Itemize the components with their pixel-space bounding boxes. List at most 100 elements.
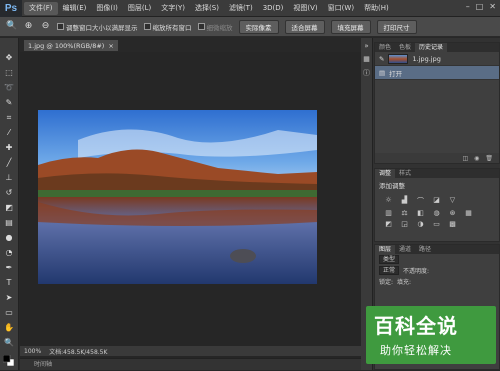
timeline-bar[interactable]: 时间轴 xyxy=(20,358,361,370)
selective-color-icon[interactable]: ▩ xyxy=(447,220,458,228)
menu-type[interactable]: 文字(Y) xyxy=(156,2,190,15)
zoom-out-icon[interactable]: ⊖ xyxy=(40,21,51,32)
gradient-icon[interactable]: ▤ xyxy=(3,217,16,229)
zoom-level[interactable]: 100% xyxy=(24,348,41,355)
checkbox-box[interactable] xyxy=(57,23,64,30)
menu-window[interactable]: 窗口(W) xyxy=(323,2,359,15)
threshold-icon[interactable]: ◑ xyxy=(415,220,426,228)
document-area: 1.jpg @ 100%(RGB/8#) × 100% 文档:458.5K/45… xyxy=(20,38,361,370)
info-panel-icon[interactable]: ⓘ xyxy=(363,68,370,78)
history-footer: ◫ ◉ 🗑 xyxy=(375,153,499,163)
print-size-button[interactable]: 打印尺寸 xyxy=(376,19,417,34)
checkbox-box[interactable] xyxy=(143,23,151,30)
zoom-in-icon[interactable]: ⊕ xyxy=(23,21,34,32)
tab-adjustments[interactable]: 调整 xyxy=(375,169,396,178)
stamp-icon[interactable]: ⊥ xyxy=(3,172,16,184)
main-menu: 文件(F) 编辑(E) 图像(I) 图层(L) 文字(Y) 选择(S) 滤镜(T… xyxy=(24,1,394,15)
move-icon[interactable]: ✥ xyxy=(3,52,16,64)
bw-icon[interactable]: ◧ xyxy=(415,209,426,217)
eyedropper-icon[interactable]: ⁄ xyxy=(3,127,16,139)
collapse-icon[interactable]: » xyxy=(364,42,368,50)
watermark-title: 百科全说 xyxy=(374,314,458,338)
crop-icon[interactable]: ⌗ xyxy=(3,112,16,124)
history-panel: 颜色 色板 历史记录 ✎ 1.jpg.jpg ▤ 打开 ◫ ◉ 🗑 xyxy=(374,42,500,164)
zoom-icon[interactable]: 🔍 xyxy=(3,337,16,349)
tab-layers[interactable]: 图层 xyxy=(375,245,396,254)
close-tab-icon[interactable]: × xyxy=(108,42,113,50)
doc-info[interactable]: 文档:458.5K/458.5K xyxy=(49,347,107,356)
maximize-icon[interactable]: □ xyxy=(476,2,484,11)
path-select-icon[interactable]: ➤ xyxy=(3,292,16,304)
dodge-icon[interactable]: ◔ xyxy=(3,247,16,259)
options-bar: 🔍 ⊕ ⊖ 调整窗口大小以满屏显示 缩放所有窗口 细微缩放 实际像素 适合屏幕 … xyxy=(0,17,500,37)
invert-icon[interactable]: ◩ xyxy=(383,220,394,228)
tab-paths[interactable]: 路径 xyxy=(415,245,435,254)
zoom-tool-icon[interactable]: 🔍 xyxy=(6,21,17,32)
menu-help[interactable]: 帮助(H) xyxy=(359,2,394,15)
lookup-icon[interactable]: ▦ xyxy=(463,209,474,217)
blend-mode-select[interactable]: 正常 xyxy=(379,266,400,275)
history-snapshot[interactable]: ✎ 1.jpg.jpg xyxy=(375,52,499,66)
history-step[interactable]: ▤ 打开 xyxy=(375,66,499,80)
tab-color[interactable]: 颜色 xyxy=(375,43,395,52)
shape-icon[interactable]: ▭ xyxy=(3,307,16,319)
gradient-map-icon[interactable]: ▭ xyxy=(431,220,442,228)
pen-icon[interactable]: ✒ xyxy=(3,262,16,274)
scrubby-zoom-checkbox[interactable]: 细微缩放 xyxy=(197,22,233,32)
tab-swatches[interactable]: 色板 xyxy=(395,43,415,52)
menu-file[interactable]: 文件(F) xyxy=(24,1,58,15)
photo-filter-icon[interactable]: ◍ xyxy=(431,209,442,217)
layer-filter-row: 类型 xyxy=(375,254,499,265)
color-swatches[interactable] xyxy=(3,355,14,366)
marquee-icon[interactable]: ⬚ xyxy=(3,67,16,79)
opacity-label: 不透明度: xyxy=(403,268,430,275)
curves-icon[interactable]: ⌒ xyxy=(415,196,426,206)
camera-icon[interactable]: ◉ xyxy=(474,155,479,162)
new-document-icon[interactable]: ◫ xyxy=(462,155,468,162)
blend-row: 正常 不透明度: xyxy=(375,265,499,276)
document-tab[interactable]: 1.jpg @ 100%(RGB/8#) × xyxy=(24,40,118,51)
actual-pixels-button[interactable]: 实际像素 xyxy=(238,19,279,34)
checkbox-box[interactable] xyxy=(197,23,205,30)
trash-icon[interactable]: 🗑 xyxy=(485,155,493,162)
history-panel-icon[interactable]: ▦ xyxy=(363,55,370,63)
exposure-icon[interactable]: ◪ xyxy=(431,196,442,206)
brightness-icon[interactable]: ☼ xyxy=(383,196,394,206)
menu-edit[interactable]: 编辑(E) xyxy=(58,2,92,15)
hand-icon[interactable]: ✋ xyxy=(3,322,16,334)
document-icon: ▤ xyxy=(379,68,386,77)
quick-select-icon[interactable]: ✎ xyxy=(3,97,16,109)
zoom-all-checkbox[interactable]: 缩放所有窗口 xyxy=(143,22,192,32)
status-bar: 100% 文档:458.5K/458.5K xyxy=(20,346,361,356)
levels-icon[interactable]: ▟ xyxy=(399,196,410,206)
history-brush-icon[interactable]: ↺ xyxy=(3,187,16,199)
menu-view[interactable]: 视图(V) xyxy=(288,2,322,15)
eraser-icon[interactable]: ◩ xyxy=(3,202,16,214)
tab-channels[interactable]: 通道 xyxy=(395,245,415,254)
brush-icon[interactable]: ╱ xyxy=(3,157,16,169)
posterize-icon[interactable]: ◲ xyxy=(399,220,410,228)
lasso-icon[interactable]: ➰ xyxy=(3,82,16,94)
balance-icon[interactable]: ⚖ xyxy=(399,209,410,217)
healing-icon[interactable]: ✚ xyxy=(3,142,16,154)
tab-history[interactable]: 历史记录 xyxy=(415,43,448,52)
menu-select[interactable]: 选择(S) xyxy=(190,2,224,15)
mixer-icon[interactable]: ⊛ xyxy=(447,209,458,217)
brush-source-icon[interactable]: ✎ xyxy=(379,55,384,63)
menu-filter[interactable]: 滤镜(T) xyxy=(224,2,258,15)
menu-3d[interactable]: 3D(D) xyxy=(258,2,289,15)
fill-screen-button[interactable]: 填充屏幕 xyxy=(330,19,371,34)
close-icon[interactable]: ✕ xyxy=(489,2,496,11)
vibrance-icon[interactable]: ▽ xyxy=(447,196,458,206)
tab-styles[interactable]: 样式 xyxy=(395,169,415,178)
canvas[interactable] xyxy=(20,52,361,358)
menu-image[interactable]: 图像(I) xyxy=(91,2,123,15)
hue-icon[interactable]: ▥ xyxy=(383,209,394,217)
minimize-icon[interactable]: – xyxy=(466,2,470,11)
blur-icon[interactable]: ● xyxy=(3,232,16,244)
fit-screen-button[interactable]: 适合屏幕 xyxy=(284,19,325,34)
kind-select[interactable]: 类型 xyxy=(379,255,400,264)
type-icon[interactable]: T xyxy=(3,277,16,289)
resize-windows-checkbox[interactable]: 调整窗口大小以满屏显示 xyxy=(57,22,138,32)
menu-layer[interactable]: 图层(L) xyxy=(123,2,156,15)
